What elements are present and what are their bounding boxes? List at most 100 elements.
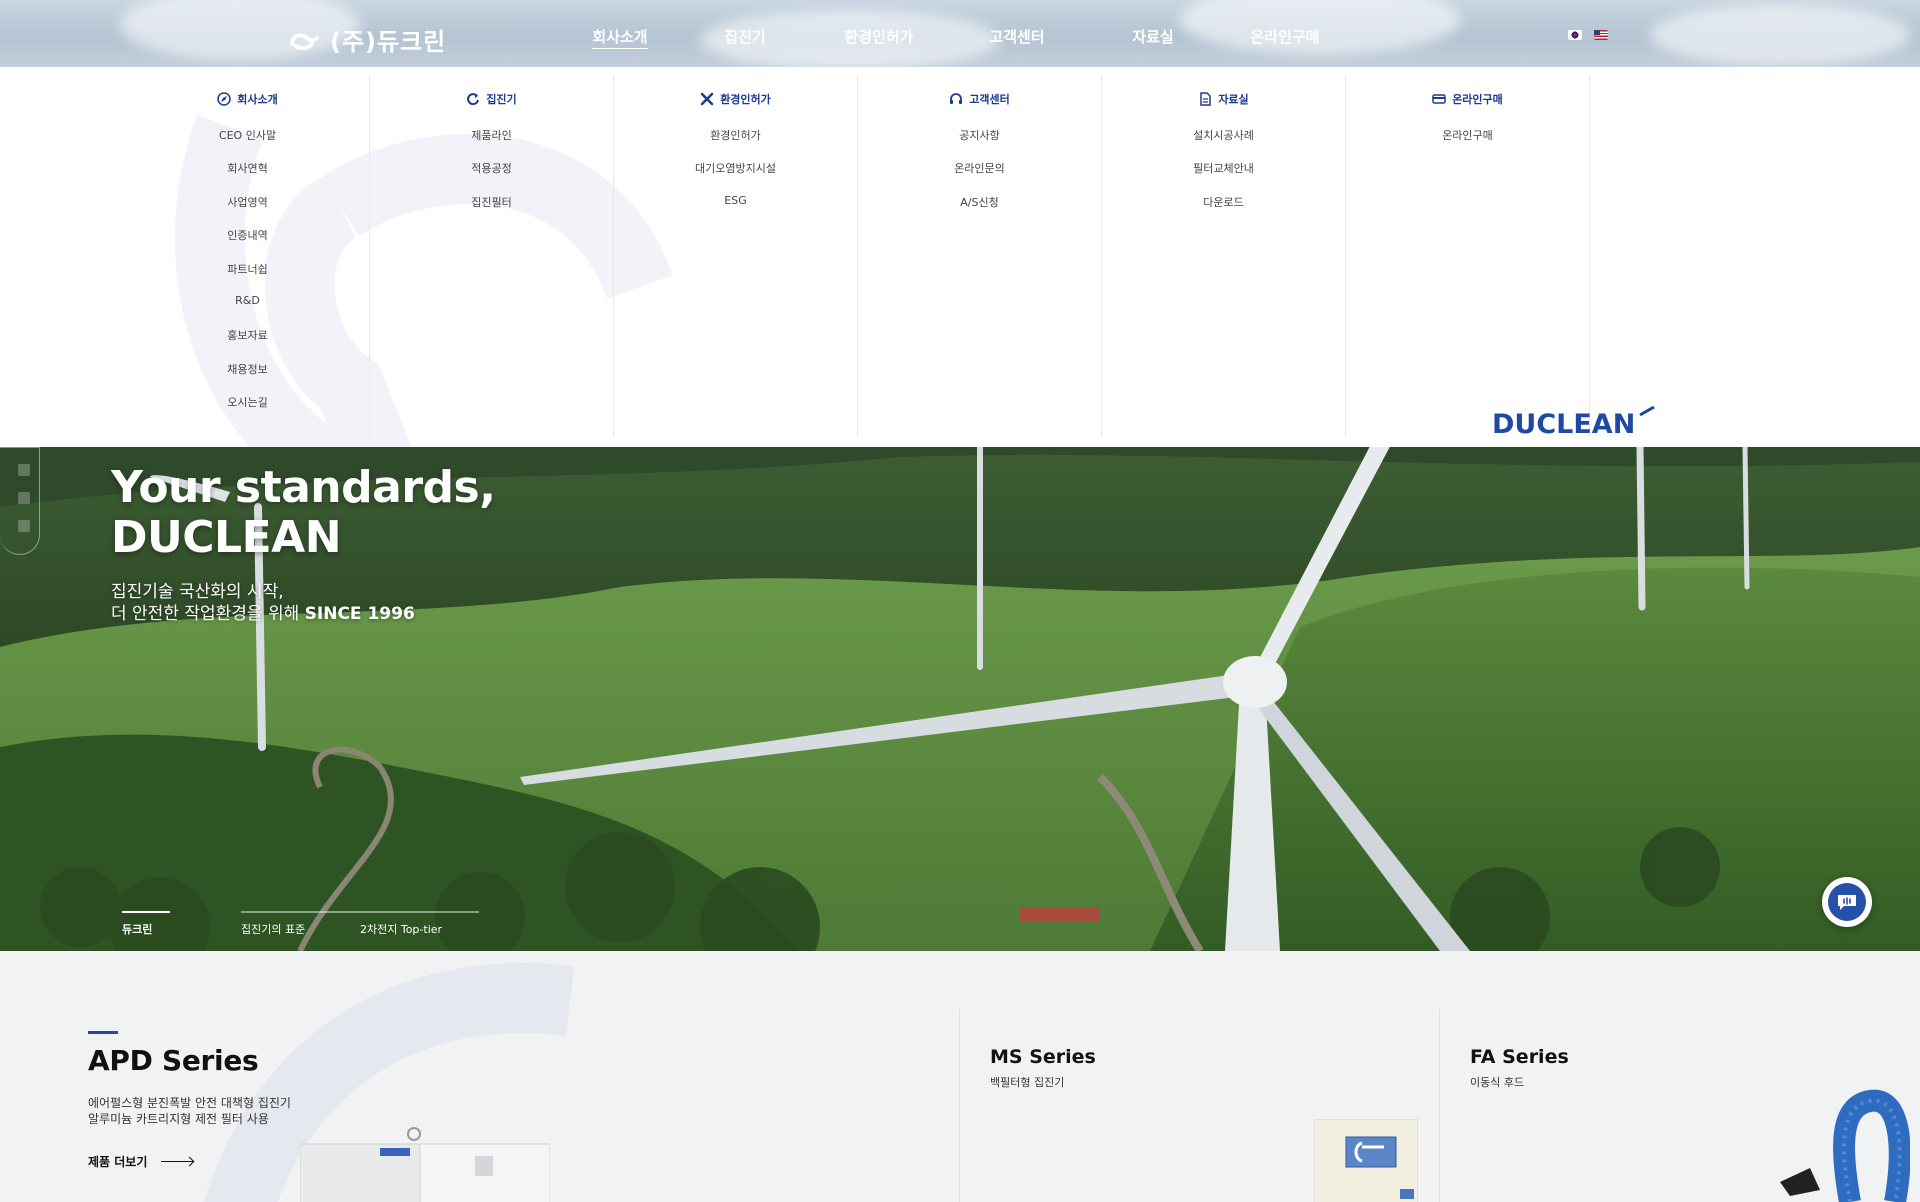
menu-item[interactable]: 오시는길 <box>126 394 369 427</box>
menu-col-title[interactable]: 환경인허가 <box>614 89 857 109</box>
arrow-right-icon <box>161 1161 194 1162</box>
nav-label: 환경인허가 <box>844 28 914 46</box>
nav-label: 고객센터 <box>989 28 1045 46</box>
menu-col-title-text: 고객센터 <box>969 93 1010 106</box>
menu-item[interactable]: 적용공정 <box>370 160 613 193</box>
menu-col-title-text: 회사소개 <box>237 93 278 106</box>
nav-label: 자료실 <box>1132 28 1174 46</box>
hero-title: Your standards, DUCLEAN <box>111 462 496 563</box>
main-nav: 회사소개 집진기 환경인허가 고객센터 자료실 온라인구매 <box>560 0 1350 67</box>
menu-item[interactable]: 온라인구매 <box>1346 127 1589 160</box>
menu-col-title-text: 온라인구매 <box>1452 93 1503 106</box>
nav-customer-center[interactable]: 고객센터 <box>948 0 1086 67</box>
menu-col-company: 회사소개 CEO 인사말 회사연혁 사업영역 인증내역 파트너쉽 R&D 홍보자… <box>126 75 370 437</box>
quick-side-bar <box>0 447 40 555</box>
site-logo[interactable]: (주)듀크린 <box>288 22 446 57</box>
quick-chat-icon[interactable] <box>18 520 30 532</box>
menu-item[interactable]: 인증내역 <box>126 227 369 260</box>
menu-item[interactable]: 회사연혁 <box>126 160 369 193</box>
ms-product-image <box>1314 1119 1418 1202</box>
ms-series-card[interactable]: MS Series 백필터형 집진기 <box>990 1046 1096 1090</box>
menu-col-title-text: 환경인허가 <box>720 93 771 106</box>
more-label: 제품 더보기 <box>88 1155 148 1169</box>
apd-series-title: APD Series <box>88 1044 259 1077</box>
quick-calendar-icon[interactable] <box>18 492 30 504</box>
nav-label: 회사소개 <box>592 28 648 49</box>
cloud-decoration <box>1650 5 1910 65</box>
hero-subtitle: 집진기술 국산화의 시작, 더 안전한 작업환경을 위해 SINCE 1996 <box>111 581 415 625</box>
menu-col-online-purchase: 온라인구매 온라인구매 <box>1346 75 1590 437</box>
duclean-mark-icon <box>290 32 319 50</box>
title-accent-bar <box>88 1031 118 1034</box>
product-more-link[interactable]: 제품 더보기 <box>88 1153 291 1170</box>
ms-series-title: MS Series <box>990 1046 1096 1068</box>
menu-item[interactable]: 사업영역 <box>126 194 369 227</box>
nav-label: 온라인구매 <box>1250 28 1320 46</box>
kr-flag-icon[interactable] <box>1568 30 1582 40</box>
menu-item[interactable]: 채용정보 <box>126 361 369 394</box>
menu-item[interactable]: 공지사항 <box>858 127 1101 160</box>
menu-col-title[interactable]: 회사소개 <box>126 89 369 109</box>
menu-item[interactable]: 온라인문의 <box>858 160 1101 193</box>
refresh-icon <box>467 93 480 106</box>
menu-item[interactable]: A/S신청 <box>858 194 1101 227</box>
compass-icon <box>217 92 231 106</box>
fa-series-card[interactable]: FA Series 이동식 후드 <box>1470 1046 1569 1090</box>
menu-item[interactable]: 환경인허가 <box>614 127 857 160</box>
nav-company[interactable]: 회사소개 <box>560 0 680 67</box>
apd-series-desc: 에어펄스형 분진폭발 안전 대책형 집진기 알루미늄 카트리지형 제전 필터 사… <box>88 1095 291 1127</box>
hero-sub-line: 더 안전한 작업환경을 위해 <box>111 604 305 624</box>
duclean-brand-logo: DUCLEAN <box>1492 405 1655 437</box>
slide-tab[interactable]: 집진기의 표준 <box>241 911 360 937</box>
menu-item[interactable]: 파트너쉽 <box>126 261 369 294</box>
quick-tool-icon[interactable] <box>18 464 30 476</box>
slide-pagination: 듀크린 집진기의 표준 2차전지 Top-tier <box>122 911 479 937</box>
column-divider <box>1439 1009 1440 1202</box>
ms-series-desc: 백필터형 집진기 <box>990 1076 1065 1089</box>
chat-button[interactable] <box>1822 877 1872 927</box>
menu-item[interactable]: 필터교체안내 <box>1102 160 1345 193</box>
menu-item[interactable]: R&D <box>126 294 369 327</box>
menu-col-title[interactable]: 온라인구매 <box>1346 89 1589 109</box>
menu-item[interactable]: 제품라인 <box>370 127 613 160</box>
hero-title-line: Your standards, <box>111 462 496 513</box>
nav-archive[interactable]: 자료실 <box>1086 0 1220 67</box>
logo-text: (주)듀크린 <box>330 28 447 56</box>
menu-item[interactable]: CEO 인사말 <box>126 127 369 160</box>
nav-online-purchase[interactable]: 온라인구매 <box>1220 0 1350 67</box>
menu-col-customer-center: 고객센터 공지사항 온라인문의 A/S신청 <box>858 75 1102 437</box>
nav-environment-permit[interactable]: 환경인허가 <box>810 0 948 67</box>
card-icon <box>1432 94 1446 104</box>
menu-item[interactable]: 다운로드 <box>1102 194 1345 227</box>
column-divider <box>959 1009 960 1202</box>
product-section: APD Series 에어펄스형 분진폭발 안전 대책형 집진기 알루미늄 카트… <box>0 951 1920 1202</box>
menu-item[interactable]: 홍보자료 <box>126 327 369 360</box>
nav-label: 집진기 <box>724 28 766 46</box>
nav-dust-collector[interactable]: 집진기 <box>680 0 810 67</box>
apd-desc-line: 알루미늄 카트리지형 제전 필터 사용 <box>88 1112 269 1126</box>
menu-item[interactable]: 집진필터 <box>370 194 613 227</box>
menu-col-environment-permit: 환경인허가 환경인허가 대기오염방지시설 ESG <box>614 75 858 437</box>
menu-item[interactable]: 설치시공사례 <box>1102 127 1345 160</box>
brand-logo-text: DUCLEAN <box>1492 409 1635 437</box>
slide-tab[interactable]: 듀크린 <box>122 911 241 937</box>
menu-col-title-text: 집진기 <box>486 93 517 106</box>
page: (주)듀크린 회사소개 집진기 환경인허가 고객센터 자료실 온라인구매 회사소… <box>0 0 1920 1202</box>
document-icon <box>1200 92 1212 106</box>
menu-item[interactable]: ESG <box>614 194 857 227</box>
apd-product-image <box>300 1127 550 1202</box>
menu-col-title-text: 자료실 <box>1218 93 1249 106</box>
site-header: (주)듀크린 회사소개 집진기 환경인허가 고객센터 자료실 온라인구매 <box>0 0 1920 67</box>
language-switcher <box>1568 30 1608 40</box>
menu-col-title[interactable]: 집진기 <box>370 89 613 109</box>
mega-menu: 회사소개 CEO 인사말 회사연혁 사업영역 인증내역 파트너쉽 R&D 홍보자… <box>0 67 1920 447</box>
hero-banner: Your standards, DUCLEAN 집진기술 국산화의 시작, 더 … <box>0 447 1920 951</box>
menu-item[interactable]: 대기오염방지시설 <box>614 160 857 193</box>
apd-series-card: APD Series 에어펄스형 분진폭발 안전 대책형 집진기 알루미늄 카트… <box>88 1031 291 1170</box>
slide-tab[interactable]: 2차전지 Top-tier <box>360 911 479 937</box>
us-flag-icon[interactable] <box>1594 30 1608 40</box>
menu-col-title[interactable]: 고객센터 <box>858 89 1101 109</box>
menu-col-title[interactable]: 자료실 <box>1102 89 1345 109</box>
hero-since: SINCE 1996 <box>304 604 415 624</box>
fa-series-desc: 이동식 후드 <box>1470 1076 1525 1089</box>
